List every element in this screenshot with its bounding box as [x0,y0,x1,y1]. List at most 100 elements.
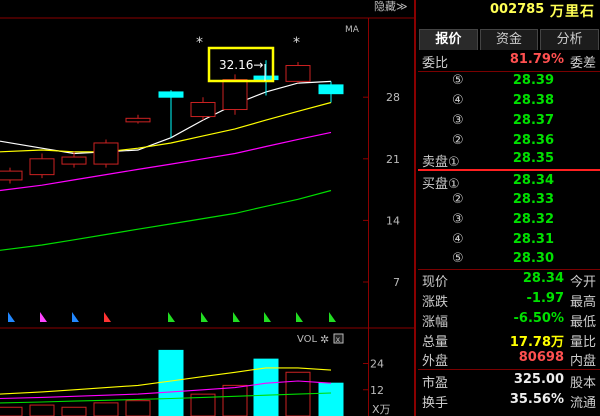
quote-row-price: 现价 28.34 今开 [418,270,598,290]
quote-value: 80698 [518,350,564,365]
volume-bar [29,404,55,416]
high-price-tooltip: 32.16→ [219,58,263,72]
quote-row-pct: 涨幅 -6.50% 最低 [418,310,598,330]
volume-tick-label: 24 [370,358,384,371]
stock-name: 万里石 [550,4,595,20]
ask-price: 28.37 [512,113,554,128]
weibi-value: 81.79% [509,52,564,67]
quote-label: 总量 [422,335,449,350]
divider [418,369,600,370]
quote-value: -1.97 [526,291,564,306]
quote-label-right: 最低 [569,315,596,330]
quote-label-right: 今开 [569,275,596,290]
ask-price: 28.36 [512,133,554,148]
quote-label: 涨幅 [422,315,449,330]
bid-row[interactable]: ⑤ 28.30 [418,250,598,270]
quote-value: 17.78万 [509,335,564,350]
quote-row-change: 涨跌 -1.97 最高 [418,290,598,310]
quote-label-right: 流通 [569,396,596,411]
bid-level-label: 买盘① [422,177,460,192]
bid-price: 28.34 [512,173,554,188]
volume-bar [125,400,151,416]
price-tick-label: 7 [393,276,400,289]
volume-bar [222,384,248,416]
candle-body [158,91,184,98]
quote-value: 325.00 [513,372,564,387]
volume-bar [158,349,184,416]
tab-funds[interactable]: 资金 [479,29,539,50]
candle-body [318,84,344,95]
ma-indicator-tag[interactable]: MA [345,25,360,35]
stock-code: 002785 [490,2,545,17]
tab-quote[interactable]: 报价 [419,29,478,50]
bid-level-label: ② [452,192,464,207]
kline-chart[interactable]: 隐藏≫ MA 28 21 14 7 * * 32.16→ VOL ✲ x 24 12 X… [0,0,416,416]
quote-row-outer: 外盘 80698 内盘 [418,349,598,369]
candle-body [285,65,311,82]
bid-row[interactable]: ③ 28.32 [418,211,598,231]
star-marker: * [196,35,203,51]
hide-panel-button[interactable]: 隐藏≫ [374,0,408,13]
ask-level-label: ⑤ [452,73,464,88]
candle-body [190,101,216,118]
gear-icon[interactable]: ✲ [320,333,329,346]
quote-value: 28.34 [522,271,564,286]
ask-level-label: ④ [452,93,464,108]
price-tick-label: 28 [386,91,400,104]
ask-level-label: 卖盘① [422,155,460,170]
quote-row-volume: 总量 17.78万 量比 [418,330,598,350]
quote-label: 现价 [422,275,449,290]
bid-price: 28.32 [512,212,554,227]
price-tick-label: 14 [386,214,400,227]
quote-label: 换手 [422,396,449,411]
bid-price: 28.30 [512,251,554,266]
price-tick-label: 21 [386,153,400,166]
bid-row[interactable]: 买盘① 28.34 [418,172,598,192]
tab-analysis[interactable]: 分析 [540,29,600,50]
volume-bar [93,402,119,416]
weibi-label: 委比 [422,56,449,71]
candle-body [61,156,87,165]
ask-row[interactable]: ② 28.36 [418,132,598,152]
candle-body [222,79,248,111]
ask-bid-divider [418,169,600,171]
weibi-row: 委比 81.79% 委差 [418,51,598,71]
quote-panel: 002785 万里石 报价 资金 分析 委比 81.79% 委差 ⑤ 28.39… [418,0,600,416]
ask-price: 28.38 [512,93,554,108]
ask-row[interactable]: 卖盘① 28.35 [418,150,598,170]
volume-bar [61,406,87,416]
volume-tick-label: 12 [370,384,384,397]
quote-label-right: 内盘 [569,354,596,369]
bid-level-label: ③ [452,212,464,227]
vol-label: VOL [297,334,318,345]
ask-row[interactable]: ④ 28.38 [418,92,598,112]
bid-row[interactable]: ② 28.33 [418,191,598,211]
star-marker: * [293,35,300,51]
close-icon-glyph: x [336,335,341,344]
quote-label: 涨跌 [422,295,449,310]
quote-label-right: 股本 [569,376,596,391]
ask-price: 28.39 [512,73,554,88]
candle-body [0,170,23,181]
ask-row[interactable]: ③ 28.37 [418,112,598,132]
bid-row[interactable]: ④ 28.31 [418,231,598,251]
weicha-label: 委差 [569,56,596,71]
bid-level-label: ⑤ [452,251,464,266]
quote-value: -6.50% [513,311,565,326]
bid-price: 28.33 [512,192,554,207]
quote-label: 外盘 [422,354,449,369]
candle-body [29,158,55,176]
quote-label: 市盈 [422,376,449,391]
ask-level-label: ② [452,133,464,148]
candle-body [125,117,151,123]
volume-unit-label: X万 [372,403,391,416]
bid-level-label: ④ [452,232,464,247]
bid-price: 28.31 [512,232,554,247]
quote-label-right: 量比 [569,335,596,350]
stock-header: 002785 万里石 [418,0,600,22]
volume-bar [0,406,23,416]
ask-price: 28.35 [512,151,554,166]
ask-row[interactable]: ⑤ 28.39 [418,72,598,92]
volume-bar [318,382,344,416]
quote-label-right: 最高 [569,295,596,310]
